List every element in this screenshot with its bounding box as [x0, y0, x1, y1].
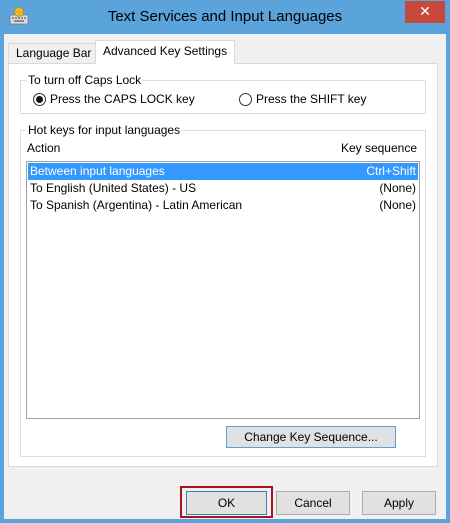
list-item-action: Between input languages [30, 164, 165, 178]
radio-shift-key-label: Press the SHIFT key [256, 92, 367, 106]
tab-panel-advanced-key-settings: To turn off Caps Lock Press the CAPS LOC… [8, 63, 438, 467]
caps-lock-group-legend: To turn off Caps Lock [26, 73, 144, 87]
window-title: Text Services and Input Languages [107, 8, 343, 25]
list-item-sequence: Ctrl+Shift [366, 164, 416, 178]
list-item-english-us[interactable]: To English (United States) - US (None) [28, 180, 418, 197]
list-item-sequence: (None) [379, 181, 416, 195]
list-item-sequence: (None) [379, 198, 416, 212]
tab-advanced-key-settings[interactable]: Advanced Key Settings [95, 40, 236, 64]
ok-button[interactable]: OK [186, 491, 267, 515]
hotkeys-list[interactable]: Between input languages Ctrl+Shift To En… [26, 161, 420, 419]
dialog-window: Text Services and Input Languages ✕ Lang… [0, 0, 450, 523]
title-bar[interactable]: Text Services and Input Languages ✕ [0, 0, 450, 34]
hotkeys-group-legend: Hot keys for input languages [26, 123, 183, 137]
close-button[interactable]: ✕ [405, 1, 445, 23]
radio-unselected-icon[interactable] [239, 92, 252, 106]
hotkeys-group: Hot keys for input languages Action Key … [20, 123, 426, 457]
list-item-action: To English (United States) - US [30, 181, 197, 195]
column-header-action: Action [27, 141, 61, 155]
list-item-between-input-languages[interactable]: Between input languages Ctrl+Shift [28, 163, 418, 180]
radio-selected-icon[interactable] [33, 92, 46, 106]
list-item-spanish-argentina[interactable]: To Spanish (Argentina) - Latin American … [28, 197, 418, 214]
cancel-button[interactable]: Cancel [276, 491, 350, 515]
dialog-client: Language Bar Advanced Key Settings To tu… [4, 34, 446, 519]
tab-language-bar[interactable]: Language Bar [8, 43, 100, 63]
change-key-sequence-button[interactable]: Change Key Sequence... [226, 426, 396, 448]
radio-shift-key[interactable]: Press the SHIFT key [239, 91, 366, 107]
caps-lock-group: To turn off Caps Lock Press the CAPS LOC… [20, 73, 426, 114]
radio-caps-lock-key[interactable]: Press the CAPS LOCK key [33, 91, 195, 107]
close-icon: ✕ [419, 3, 431, 19]
column-header-key-sequence: Key sequence [340, 141, 417, 155]
apply-button[interactable]: Apply [362, 491, 436, 515]
list-item-action: To Spanish (Argentina) - Latin American [30, 198, 243, 212]
radio-caps-lock-key-label: Press the CAPS LOCK key [50, 92, 195, 106]
